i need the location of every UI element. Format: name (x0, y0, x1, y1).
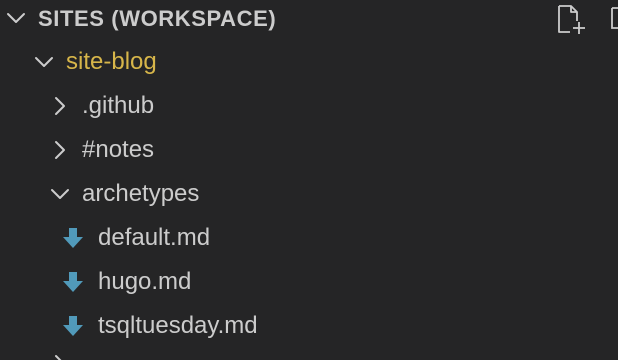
markdown-file-icon (62, 226, 84, 250)
markdown-file-icon (62, 270, 84, 294)
chevron-right-icon[interactable] (50, 354, 70, 360)
tree-label: .github (82, 92, 155, 119)
chevron-right-icon[interactable] (50, 96, 70, 116)
chevron-down-icon[interactable] (6, 8, 26, 28)
tree-row-hugo-md[interactable]: hugo.md (0, 260, 618, 304)
tree-label: #notes (82, 136, 155, 163)
tree-row-partial[interactable] (0, 348, 618, 360)
tree-row-archetypes[interactable]: archetypes (0, 172, 618, 216)
workspace-section-header[interactable]: SITES (WORKSPACE) (0, 0, 618, 38)
explorer-panel: SITES (WORKSPACE) site-blog .github #not… (0, 0, 618, 360)
tree-label: site-blog (66, 48, 157, 75)
tree-label: tsqltuesday.md (98, 312, 258, 339)
chevron-down-icon[interactable] (50, 184, 70, 204)
chevron-down-icon[interactable] (34, 52, 54, 72)
tree-row-tsqltuesday-md[interactable]: tsqltuesday.md (0, 304, 618, 348)
new-folder-icon[interactable] (610, 4, 618, 34)
chevron-right-icon[interactable] (50, 140, 70, 160)
markdown-file-icon (62, 314, 84, 338)
tree-row-site-blog[interactable]: site-blog (0, 40, 618, 84)
tree-row-notes[interactable]: #notes (0, 128, 618, 172)
new-file-icon[interactable] (556, 4, 588, 34)
workspace-title: SITES (WORKSPACE) (38, 6, 277, 31)
tree-label: hugo.md (98, 268, 192, 295)
tree-row-github[interactable]: .github (0, 84, 618, 128)
tree-label: archetypes (82, 180, 200, 207)
tree-row-default-md[interactable]: default.md (0, 216, 618, 260)
tree-label: default.md (98, 224, 211, 251)
